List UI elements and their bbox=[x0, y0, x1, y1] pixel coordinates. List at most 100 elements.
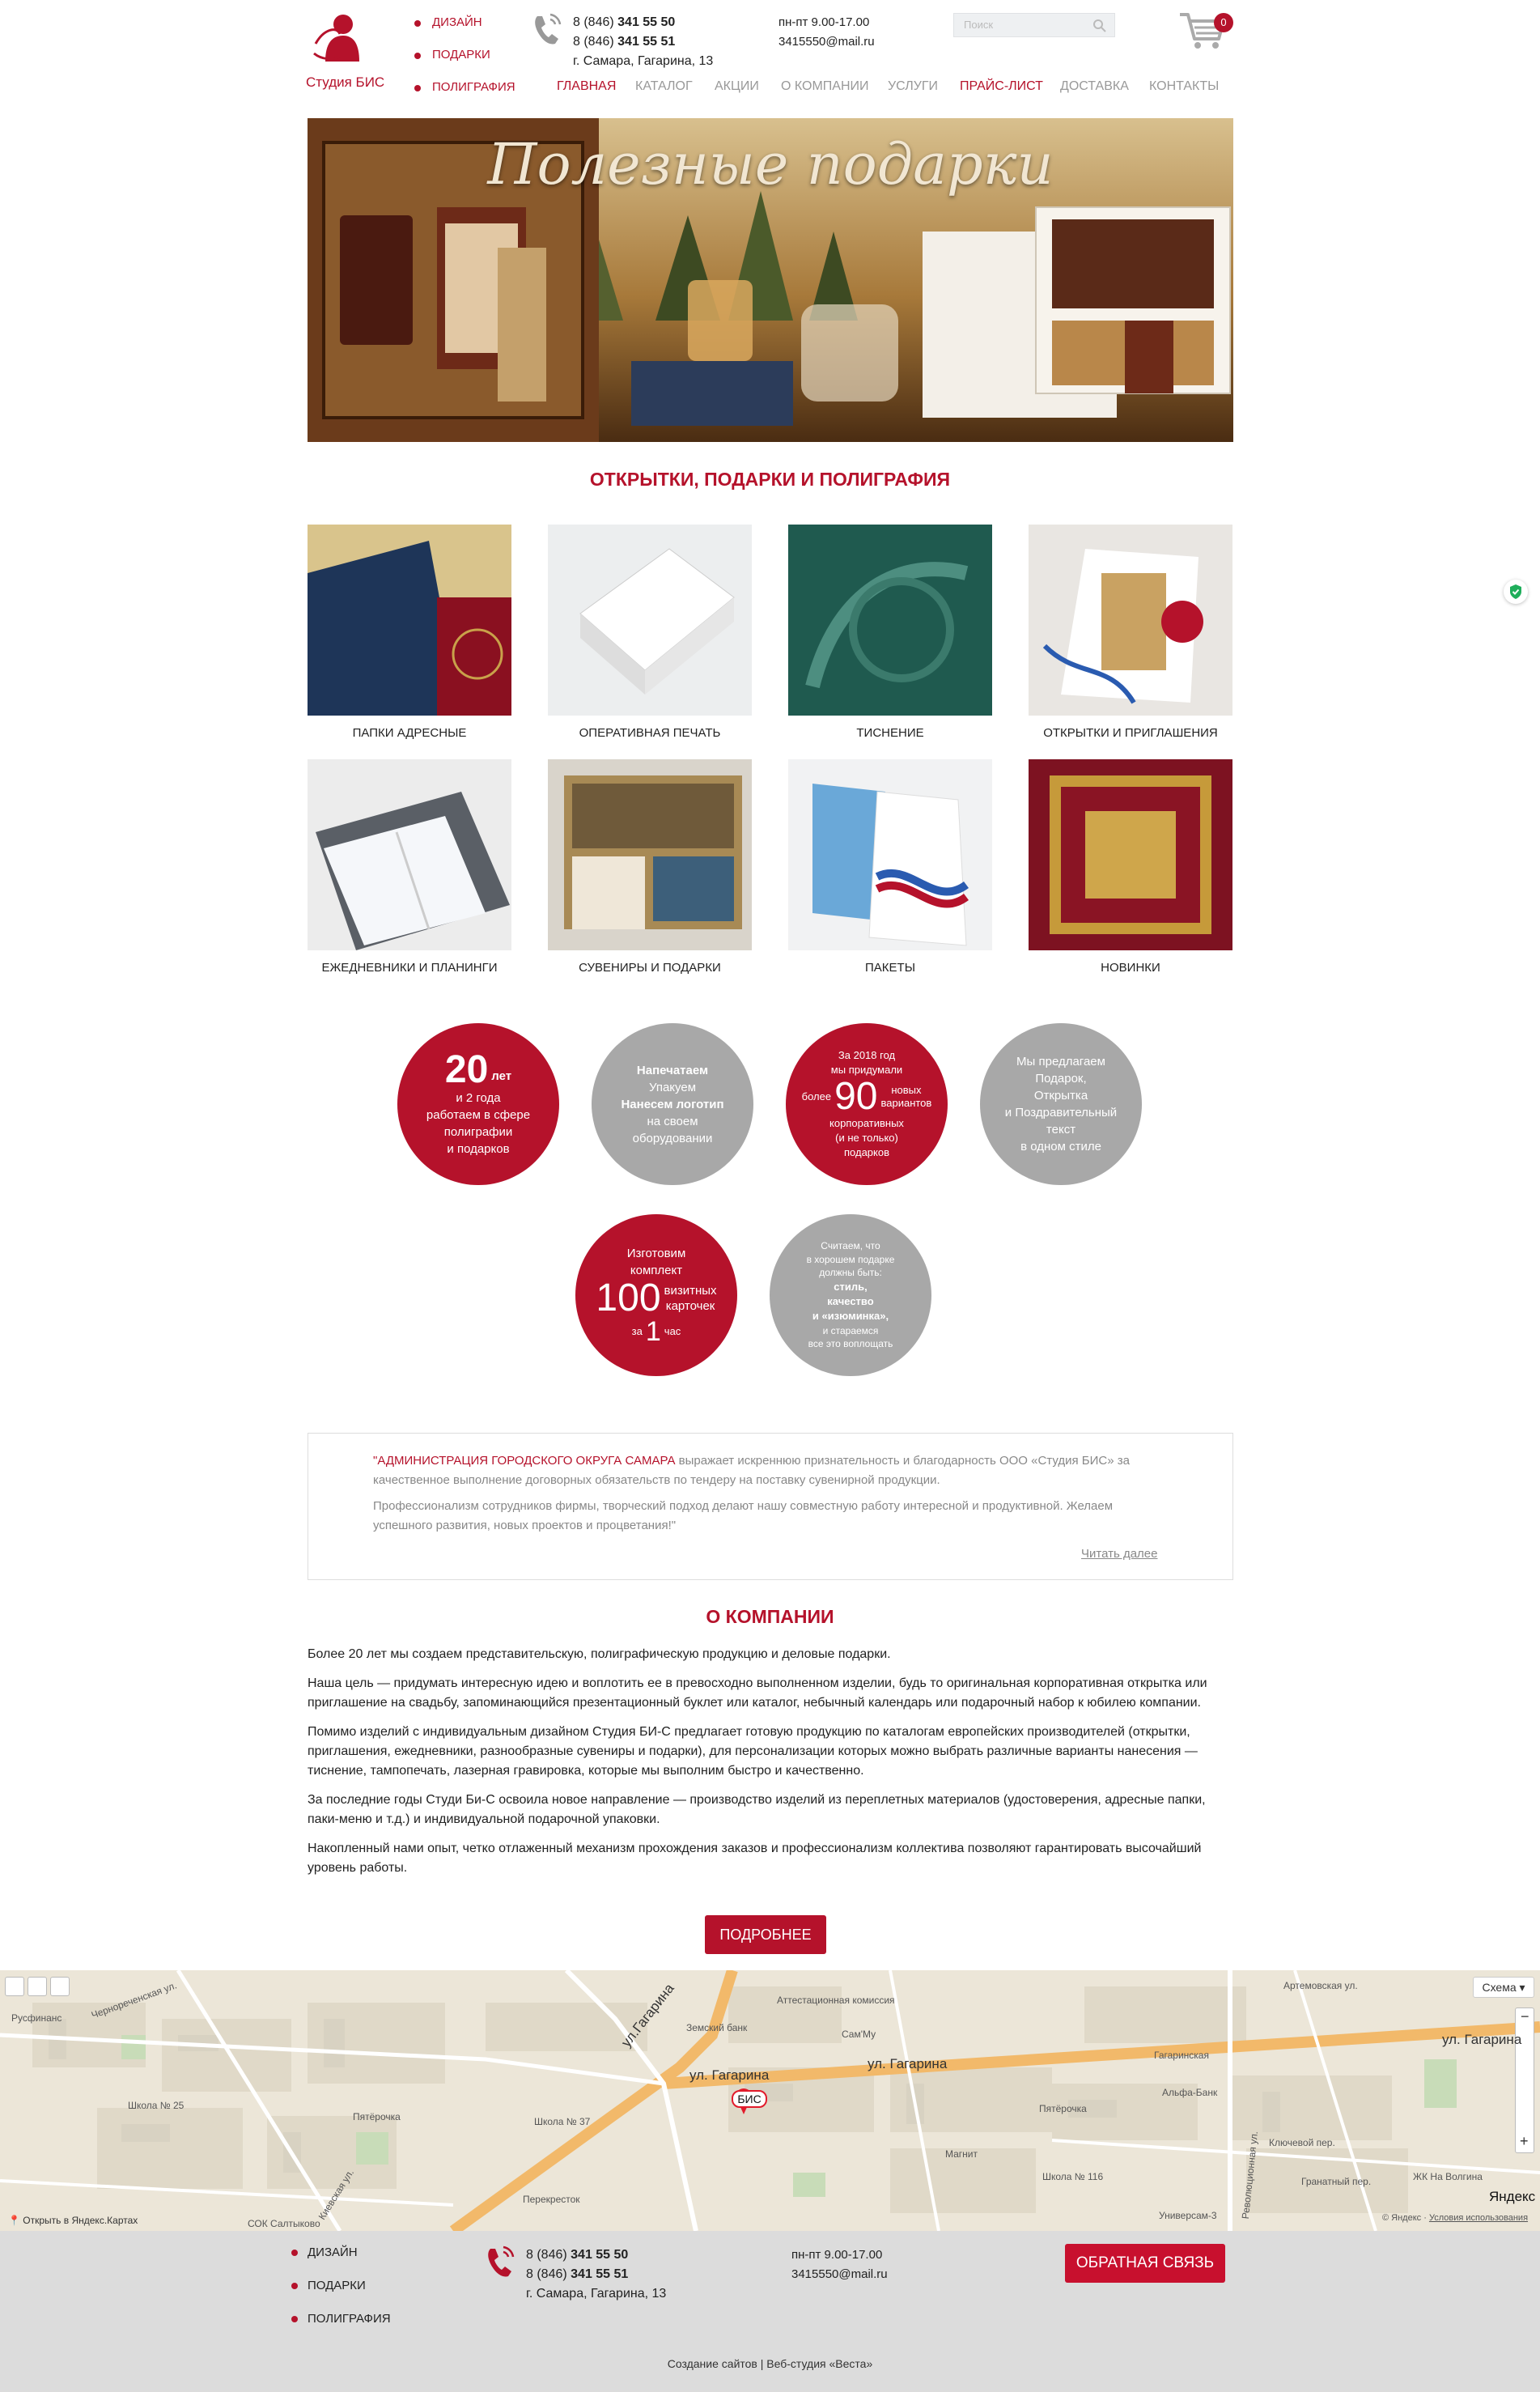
map-poi-label: Магнит bbox=[945, 2148, 978, 2160]
planners-image bbox=[308, 759, 511, 950]
stat-circle-years: 20 лет и 2 года работаем в сфере полиграф… bbox=[397, 1023, 559, 1185]
footer-link-gifts[interactable]: ПОДАРКИ bbox=[291, 2277, 391, 2310]
phone-2[interactable]: 8 (846) 341 55 51 bbox=[573, 32, 713, 52]
banner-title: Полезные подарки bbox=[487, 131, 1054, 198]
bags-image bbox=[788, 759, 992, 950]
new-items-image bbox=[1029, 759, 1232, 950]
hero-banner[interactable]: Полезные подарки bbox=[308, 118, 1233, 442]
zoom-out-icon[interactable]: − bbox=[1521, 2008, 1529, 2025]
nav-contacts[interactable]: КОНТАКТЫ bbox=[1149, 79, 1219, 94]
search-icon[interactable] bbox=[1092, 19, 1106, 32]
tile-quick-print[interactable] bbox=[548, 525, 752, 716]
map-canvas[interactable] bbox=[0, 1970, 1540, 2231]
map-poi-label: Гагаринская bbox=[1154, 2050, 1209, 2061]
footer-link-design[interactable]: ДИЗАЙН bbox=[291, 2244, 391, 2277]
nav-promotions[interactable]: АКЦИИ bbox=[715, 79, 759, 94]
nav-home[interactable]: ГЛАВНАЯ bbox=[557, 79, 616, 94]
map-poi-label: Альфа-Банк bbox=[1162, 2087, 1218, 2098]
working-hours: пн-пт 9.00-17.00 bbox=[778, 15, 870, 29]
street-label: ул. Гагарина bbox=[868, 2056, 948, 2071]
nav-delivery[interactable]: ДОСТАВКА bbox=[1060, 79, 1129, 94]
nav-about[interactable]: О КОМПАНИИ bbox=[781, 79, 869, 94]
open-in-yandex-link[interactable]: 📍 Открыть в Яндекс.Картах bbox=[8, 2215, 138, 2226]
feedback-button[interactable]: ОБРАТНАЯ СВЯЗЬ bbox=[1065, 2244, 1225, 2283]
more-button[interactable]: ПОДРОБНЕЕ bbox=[705, 1915, 826, 1954]
footer-phone-2[interactable]: 8 (846) 341 55 51 bbox=[526, 2265, 666, 2284]
side-link-design[interactable]: ДИЗАЙН bbox=[414, 13, 515, 45]
side-link-gifts[interactable]: ПОДАРКИ bbox=[414, 45, 515, 78]
map-marker-label[interactable]: БИС bbox=[732, 2090, 767, 2108]
tile-new-items[interactable] bbox=[1029, 759, 1232, 950]
nav-services[interactable]: УСЛУГИ bbox=[888, 79, 938, 94]
side-link-printing[interactable]: ПОЛИГРАФИЯ bbox=[414, 78, 515, 110]
map-poi-label: Пятёрочка bbox=[353, 2111, 401, 2122]
tile-embossing[interactable] bbox=[788, 525, 992, 716]
footer-hours-block: пн-пт 9.00-17.00 3415550@mail.ru bbox=[791, 2245, 888, 2284]
shield-icon bbox=[1510, 584, 1521, 599]
tile-caption[interactable]: ПАПКИ АДРЕСНЫЕ bbox=[288, 726, 531, 740]
tile-caption[interactable]: ЕЖЕДНЕВНИКИ И ПЛАНИНГИ bbox=[288, 961, 531, 975]
map-type-selector[interactable]: Схема ▾ bbox=[1473, 1977, 1534, 1998]
map-poi-label: Русфинанс bbox=[11, 2012, 62, 2024]
yandex-map[interactable]: Схема ▾ − + БИС ул.Гагарина ул. Гагарина… bbox=[0, 1970, 1540, 2231]
stat-circle-style: Мы предлагаем Подарок, Открытка и Поздра… bbox=[980, 1023, 1142, 1185]
map-poi-label: Школа № 25 bbox=[128, 2100, 185, 2111]
credits-link[interactable]: Создание сайтов | Веб-студия «Веста» bbox=[0, 2357, 1540, 2370]
phone-1[interactable]: 8 (846) 341 55 50 bbox=[573, 13, 713, 32]
tile-caption[interactable]: ТИСНЕНИЕ bbox=[769, 726, 1012, 740]
map-terms-link[interactable]: Условия использования bbox=[1429, 2213, 1528, 2223]
tile-caption[interactable]: СУВЕНИРЫ И ПОДАРКИ bbox=[528, 961, 771, 975]
testimonial-text: "АДМИНИСТРАЦИЯ ГОРОДСКОГО ОКРУГА САМАРА … bbox=[373, 1454, 1130, 1487]
map-poi-label: Артемовская ул. bbox=[1283, 1980, 1358, 1991]
variants-number: 90 bbox=[834, 1074, 878, 1118]
map-poi-label: СОК Салтыково bbox=[248, 2218, 320, 2229]
about-title: О КОМПАНИИ bbox=[706, 1606, 834, 1627]
phone-icon bbox=[488, 2245, 515, 2277]
tile-souvenirs-gifts[interactable] bbox=[548, 759, 752, 950]
ruler-tool-icon[interactable] bbox=[50, 1977, 70, 1996]
map-poi-label: Пятёрочка bbox=[1039, 2103, 1087, 2114]
read-more-link[interactable]: Читать далее bbox=[1081, 1547, 1157, 1561]
security-badge[interactable] bbox=[1504, 580, 1528, 604]
footer-email-link[interactable]: 3415550@mail.ru bbox=[791, 2265, 888, 2284]
tile-caption[interactable]: ОПЕРАТИВНАЯ ПЕЧАТЬ bbox=[528, 726, 771, 740]
zoom-in-icon[interactable]: + bbox=[1520, 2133, 1529, 2150]
map-poi-label: Ключевой пер. bbox=[1269, 2137, 1335, 2148]
stat-circle-cards: Изготовим комплект 100 визитных карточек з… bbox=[575, 1214, 737, 1376]
map-poi-label: Земский банк bbox=[686, 2022, 748, 2033]
map-poi-label: ЖК На Волгина bbox=[1413, 2171, 1483, 2182]
zoom-control[interactable]: − + bbox=[1515, 2007, 1534, 2153]
search-box[interactable]: Поиск bbox=[953, 13, 1115, 37]
about-text: Более 20 лет мы создаем представительску… bbox=[308, 1645, 1233, 1888]
footer-phone-1[interactable]: 8 (846) 341 55 50 bbox=[526, 2245, 666, 2265]
nav-price-list[interactable]: ПРАЙС-ЛИСТ bbox=[960, 79, 1043, 94]
about-paragraph: За последние годы Студи Би-С освоила нов… bbox=[308, 1793, 1206, 1826]
logo-link[interactable] bbox=[308, 11, 372, 68]
testimonial-text-2: Профессионализм сотрудников фирмы, творч… bbox=[373, 1499, 1114, 1532]
tile-address-folders[interactable] bbox=[308, 525, 511, 716]
map-poi-label: Школа № 37 bbox=[534, 2116, 591, 2127]
stat-circle-services: Напечатаем Упакуем Нанесем логотип на св… bbox=[592, 1023, 753, 1185]
logo-text: Студия БИС bbox=[306, 74, 385, 90]
hand-tool-icon[interactable] bbox=[5, 1977, 24, 1996]
search-input[interactable]: Поиск bbox=[964, 19, 993, 31]
map-poi-label: Школа № 116 bbox=[1042, 2171, 1104, 2182]
tile-caption[interactable]: ПАКЕТЫ bbox=[769, 961, 1012, 975]
years-number: 20 bbox=[444, 1048, 489, 1091]
map-poi-label: Универсам-3 bbox=[1159, 2210, 1217, 2221]
email-link[interactable]: 3415550@mail.ru bbox=[778, 32, 875, 52]
tile-cards-invitations[interactable] bbox=[1029, 525, 1232, 716]
stat-circle-philosophy: Считаем, что в хорошем подарке должны бы… bbox=[770, 1214, 931, 1376]
about-paragraph: Помимо изделий с индивидуальным дизайном… bbox=[308, 1725, 1198, 1778]
tile-caption[interactable]: НОВИНКИ bbox=[1009, 961, 1252, 975]
header-contacts: 8 (846) 341 55 50 8 (846) 341 55 51 г. С… bbox=[573, 13, 713, 71]
tile-bags[interactable] bbox=[788, 759, 992, 950]
nav-catalog[interactable]: КАТАЛОГ bbox=[635, 79, 693, 94]
tile-planners[interactable] bbox=[308, 759, 511, 950]
tile-caption[interactable]: ОТКРЫТКИ И ПРИГЛАШЕНИЯ bbox=[1009, 726, 1252, 740]
header-hours-block: пн-пт 9.00-17.00 3415550@mail.ru bbox=[778, 13, 875, 52]
footer-link-printing[interactable]: ПОЛИГРАФИЯ bbox=[291, 2310, 391, 2343]
about-paragraph: Накопленный нами опыт, четко отлаженный … bbox=[308, 1842, 1202, 1875]
magnifier-tool-icon[interactable] bbox=[28, 1977, 47, 1996]
testimonial-author: "АДМИНИСТРАЦИЯ ГОРОДСКОГО ОКРУГА САМАРА bbox=[373, 1454, 676, 1468]
